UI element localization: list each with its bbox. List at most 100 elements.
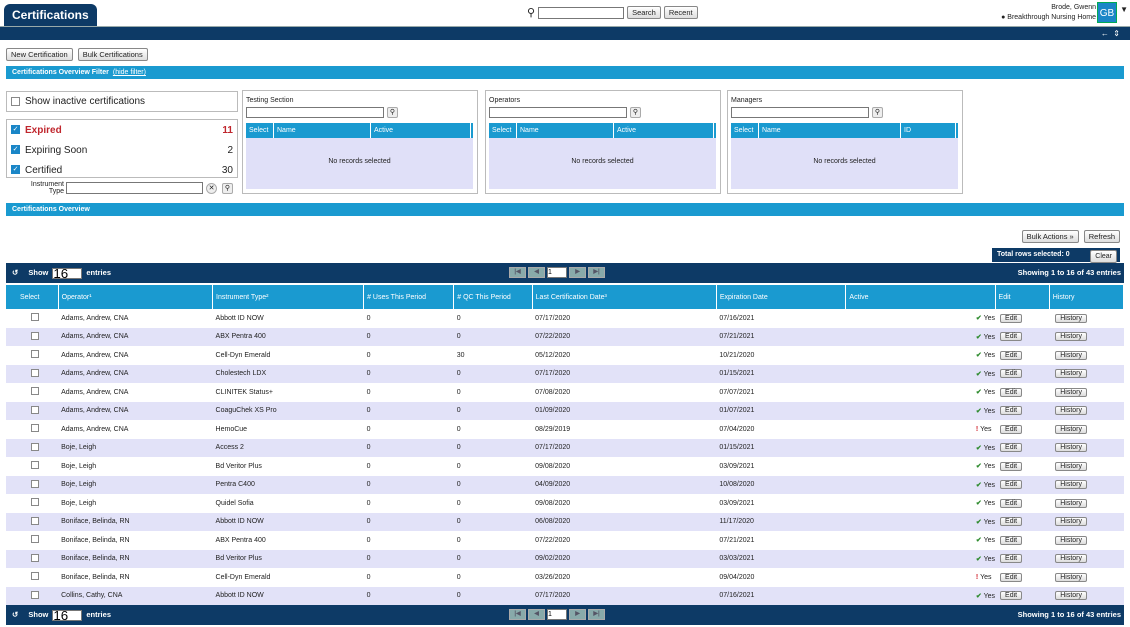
history-button[interactable]: History: [1055, 369, 1087, 379]
row-select-checkbox[interactable]: [31, 368, 39, 377]
col-select[interactable]: Select: [489, 123, 517, 138]
edit-button[interactable]: Edit: [1000, 313, 1023, 323]
edit-button[interactable]: Edit: [1000, 443, 1023, 453]
first-page-icon[interactable]: |◀: [509, 609, 526, 620]
status-expiring-soon[interactable]: ✓ Expiring Soon 2: [7, 140, 237, 160]
table-row[interactable]: Collins, Cathy, CNA Abbott ID NOW 0 0 07/17/…: [6, 586, 1124, 605]
row-select-checkbox[interactable]: [31, 405, 39, 414]
user-info[interactable]: Brode, Gwenn ● Breakthrough Nursing Home: [1001, 3, 1096, 23]
check-icon[interactable]: ✓: [11, 145, 20, 155]
edit-button[interactable]: Edit: [1000, 369, 1023, 379]
last-page-icon[interactable]: ▶|: [588, 267, 605, 278]
column-header[interactable]: Operator¹: [58, 285, 214, 309]
history-button[interactable]: History: [1055, 350, 1087, 360]
page-input[interactable]: [547, 609, 567, 620]
edit-button[interactable]: Edit: [1000, 535, 1023, 545]
row-select-checkbox[interactable]: [31, 498, 39, 507]
row-select-checkbox[interactable]: [31, 553, 39, 562]
recent-button[interactable]: Recent: [663, 6, 698, 19]
col-active[interactable]: Active: [614, 123, 714, 138]
sync-icon[interactable]: ↺: [12, 605, 18, 625]
search-button[interactable]: Search: [627, 6, 661, 19]
next-page-icon[interactable]: ▶: [569, 609, 586, 620]
instrument-type-input[interactable]: [66, 182, 203, 194]
history-button[interactable]: History: [1055, 424, 1087, 434]
col-name[interactable]: Name: [517, 123, 614, 138]
col-active[interactable]: Active: [371, 123, 471, 138]
row-select-checkbox[interactable]: [31, 442, 39, 451]
table-row[interactable]: Adams, Andrew, CNA Cell-Dyn Emerald 0 30 05/…: [6, 346, 1124, 365]
status-expired[interactable]: ✓ Expired 11: [7, 120, 237, 140]
row-select-checkbox[interactable]: [31, 590, 39, 599]
table-row[interactable]: Adams, Andrew, CNA ABX Pentra 400 0 0 07/22/…: [6, 327, 1124, 346]
edit-button[interactable]: Edit: [1000, 554, 1023, 564]
back-arrow-icon[interactable]: ←: [1101, 29, 1109, 38]
table-row[interactable]: Boniface, Belinda, RN Cell-Dyn Emerald 0 0 0…: [6, 568, 1124, 587]
history-button[interactable]: History: [1055, 313, 1087, 323]
row-select-checkbox[interactable]: [31, 387, 39, 396]
table-row[interactable]: Adams, Andrew, CNA Abbott ID NOW 0 0 07/17/2…: [6, 309, 1124, 328]
search-input[interactable]: [538, 6, 625, 19]
history-button[interactable]: History: [1055, 535, 1087, 545]
edit-button[interactable]: Edit: [1000, 332, 1023, 342]
row-select-checkbox[interactable]: [31, 535, 39, 544]
col-select[interactable]: Select: [246, 123, 274, 138]
edit-button[interactable]: Edit: [1000, 480, 1023, 490]
history-button[interactable]: History: [1055, 517, 1087, 527]
table-row[interactable]: Adams, Andrew, CNA HemoCue 0 0 08/29/2019 07/…: [6, 420, 1124, 439]
first-page-icon[interactable]: |◀: [509, 267, 526, 278]
column-header[interactable]: # Uses This Period: [363, 285, 455, 309]
history-button[interactable]: History: [1055, 332, 1087, 342]
edit-button[interactable]: Edit: [1000, 424, 1023, 434]
managers-search-input[interactable]: [731, 107, 869, 118]
row-select-checkbox[interactable]: [31, 350, 39, 359]
edit-button[interactable]: Edit: [1000, 406, 1023, 416]
testing-section-search-input[interactable]: [246, 107, 384, 118]
table-row[interactable]: Adams, Andrew, CNA Cholestech LDX 0 0 07/17/…: [6, 364, 1124, 383]
show-inactive-toggle[interactable]: Show inactive certifications: [6, 91, 238, 112]
column-header[interactable]: Expiration Date: [716, 285, 847, 309]
show-inactive-checkbox[interactable]: [11, 96, 20, 106]
bulk-certifications-button[interactable]: Bulk Certifications: [77, 48, 148, 61]
prev-page-icon[interactable]: ◀: [528, 267, 545, 278]
search-icon[interactable]: ⚲: [387, 107, 398, 118]
history-button[interactable]: History: [1055, 480, 1087, 490]
expand-icon[interactable]: ⇕: [1113, 29, 1120, 38]
column-header[interactable]: # QC This Period: [453, 285, 533, 309]
table-row[interactable]: Boniface, Belinda, RN ABX Pentra 400 0 0 07/…: [6, 531, 1124, 550]
table-row[interactable]: Boje, Leigh Pentra C400 0 0 04/09/2020 10/08/…: [6, 475, 1124, 494]
col-id[interactable]: ID: [901, 123, 956, 138]
table-row[interactable]: Boje, Leigh Quidel Sofia 0 0 09/08/2020 03/09…: [6, 494, 1124, 513]
operators-search-input[interactable]: [489, 107, 627, 118]
history-button[interactable]: History: [1055, 387, 1087, 397]
row-select-checkbox[interactable]: [31, 424, 39, 433]
row-select-checkbox[interactable]: [31, 313, 39, 322]
check-icon[interactable]: ✓: [11, 125, 20, 135]
edit-button[interactable]: Edit: [1000, 517, 1023, 527]
next-page-icon[interactable]: ▶: [569, 267, 586, 278]
clear-button[interactable]: Clear: [1090, 250, 1117, 263]
history-button[interactable]: History: [1055, 572, 1087, 582]
check-icon[interactable]: ✓: [11, 165, 20, 175]
page-size-input[interactable]: [52, 609, 83, 621]
clear-icon[interactable]: ✕: [206, 183, 217, 194]
refresh-button[interactable]: Refresh: [1083, 230, 1120, 243]
status-certified[interactable]: ✓ Certified 30: [7, 160, 237, 180]
avatar[interactable]: GB: [1097, 2, 1117, 23]
table-row[interactable]: Boniface, Belinda, RN Bd Veritor Plus 0 0 09…: [6, 549, 1124, 568]
column-header[interactable]: Select: [6, 285, 59, 309]
col-name[interactable]: Name: [759, 123, 901, 138]
bulk-actions-button[interactable]: Bulk Actions »: [1021, 230, 1079, 243]
row-select-checkbox[interactable]: [31, 331, 39, 340]
row-select-checkbox[interactable]: [31, 479, 39, 488]
edit-button[interactable]: Edit: [1000, 498, 1023, 508]
column-header[interactable]: Instrument Type²: [212, 285, 365, 309]
table-row[interactable]: Boje, Leigh Access 2 0 0 07/17/2020 01/15/202…: [6, 438, 1124, 457]
row-select-checkbox[interactable]: [31, 572, 39, 581]
caret-down-icon[interactable]: ▼: [1120, 5, 1128, 14]
column-header[interactable]: Last Certification Date³: [532, 285, 717, 309]
table-row[interactable]: Adams, Andrew, CNA CLINITEK Status+ 0 0 07/0…: [6, 383, 1124, 402]
history-button[interactable]: History: [1055, 461, 1087, 471]
col-name[interactable]: Name: [274, 123, 371, 138]
table-row[interactable]: Boje, Leigh Bd Veritor Plus 0 0 09/08/2020 03…: [6, 457, 1124, 476]
